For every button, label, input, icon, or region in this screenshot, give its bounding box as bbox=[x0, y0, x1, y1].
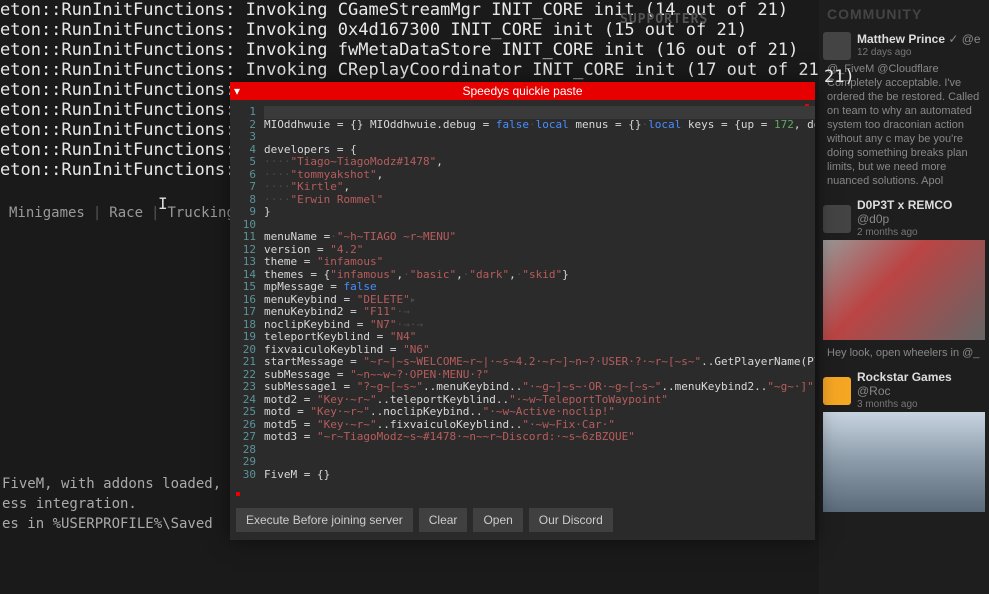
avatar bbox=[823, 32, 851, 60]
code-editor-window: ▾ Speedys quickie paste 1234567891011121… bbox=[230, 82, 815, 540]
clear-button[interactable]: Clear bbox=[419, 508, 468, 532]
code-line[interactable]: FiveM = {} bbox=[264, 469, 815, 482]
editor-body[interactable]: 1234567891011121314151617181920212223242… bbox=[230, 100, 815, 500]
community-header: COMMUNITY bbox=[819, 0, 989, 28]
discord-button[interactable]: Our Discord bbox=[529, 508, 613, 532]
editor-toolbar: Execute Before joining server Clear Open… bbox=[230, 500, 815, 540]
red-marker-icon bbox=[236, 492, 240, 496]
community-image[interactable] bbox=[823, 412, 985, 512]
code-line[interactable]: ····"Erwin Rommel" bbox=[264, 194, 815, 207]
code-area[interactable]: MIOddhwuie = {} MIOddhwuie.debug = false… bbox=[264, 106, 815, 500]
nav-item[interactable]: Trucking bbox=[167, 205, 234, 221]
dropdown-arrow-icon[interactable]: ▾ bbox=[234, 84, 240, 98]
execute-button[interactable]: Execute Before joining server bbox=[236, 508, 413, 532]
code-line[interactable] bbox=[264, 456, 815, 469]
community-username: Matthew Prince ✓ @e bbox=[857, 32, 981, 46]
nav-item[interactable]: Race bbox=[109, 205, 143, 221]
community-sidebar: COMMUNITY Matthew Prince ✓ @e12 days ago… bbox=[819, 0, 989, 594]
community-username: Rockstar Games @Roc bbox=[857, 370, 985, 398]
supporters-label: SUPPORTERS bbox=[620, 12, 708, 27]
open-button[interactable]: Open bbox=[473, 508, 522, 532]
footer-text: FiveM, with addons loaded, Fiveess integ… bbox=[0, 474, 263, 534]
community-timestamp: 12 days ago bbox=[857, 46, 981, 60]
console-overflow: 21) bbox=[820, 68, 859, 86]
line-gutter: 1234567891011121314151617181920212223242… bbox=[230, 106, 264, 500]
community-timestamp: 2 months ago bbox=[857, 226, 985, 240]
avatar bbox=[823, 205, 851, 233]
code-line[interactable]: } bbox=[264, 206, 815, 219]
code-line[interactable]: motd3 = "~r~TiagoModz~s~#1478·~n~~r~Disc… bbox=[264, 431, 815, 444]
community-timestamp: 3 months ago bbox=[857, 398, 985, 412]
category-nav: Minigames|Race|Trucking bbox=[0, 200, 244, 226]
nav-item[interactable]: Minigames bbox=[9, 205, 85, 221]
community-caption: Hey look, open wheelers in @_ bbox=[823, 344, 985, 362]
community-image[interactable] bbox=[823, 240, 985, 340]
community-item[interactable]: Matthew Prince ✓ @e12 days ago@_FiveM @C… bbox=[819, 28, 989, 194]
community-username: D0P3T x REMCO @d0p bbox=[857, 198, 985, 226]
editor-titlebar[interactable]: ▾ Speedys quickie paste bbox=[230, 82, 815, 100]
code-line[interactable]: MIOddhwuie = {} MIOddhwuie.debug = false… bbox=[264, 119, 815, 132]
code-line[interactable] bbox=[264, 444, 815, 457]
avatar bbox=[823, 377, 851, 405]
community-item[interactable]: D0P3T x REMCO @d0p2 months ago Hey look, … bbox=[819, 194, 989, 366]
editor-title-text: Speedys quickie paste bbox=[462, 84, 582, 98]
community-item[interactable]: Rockstar Games @Roc3 months ago bbox=[819, 366, 989, 520]
